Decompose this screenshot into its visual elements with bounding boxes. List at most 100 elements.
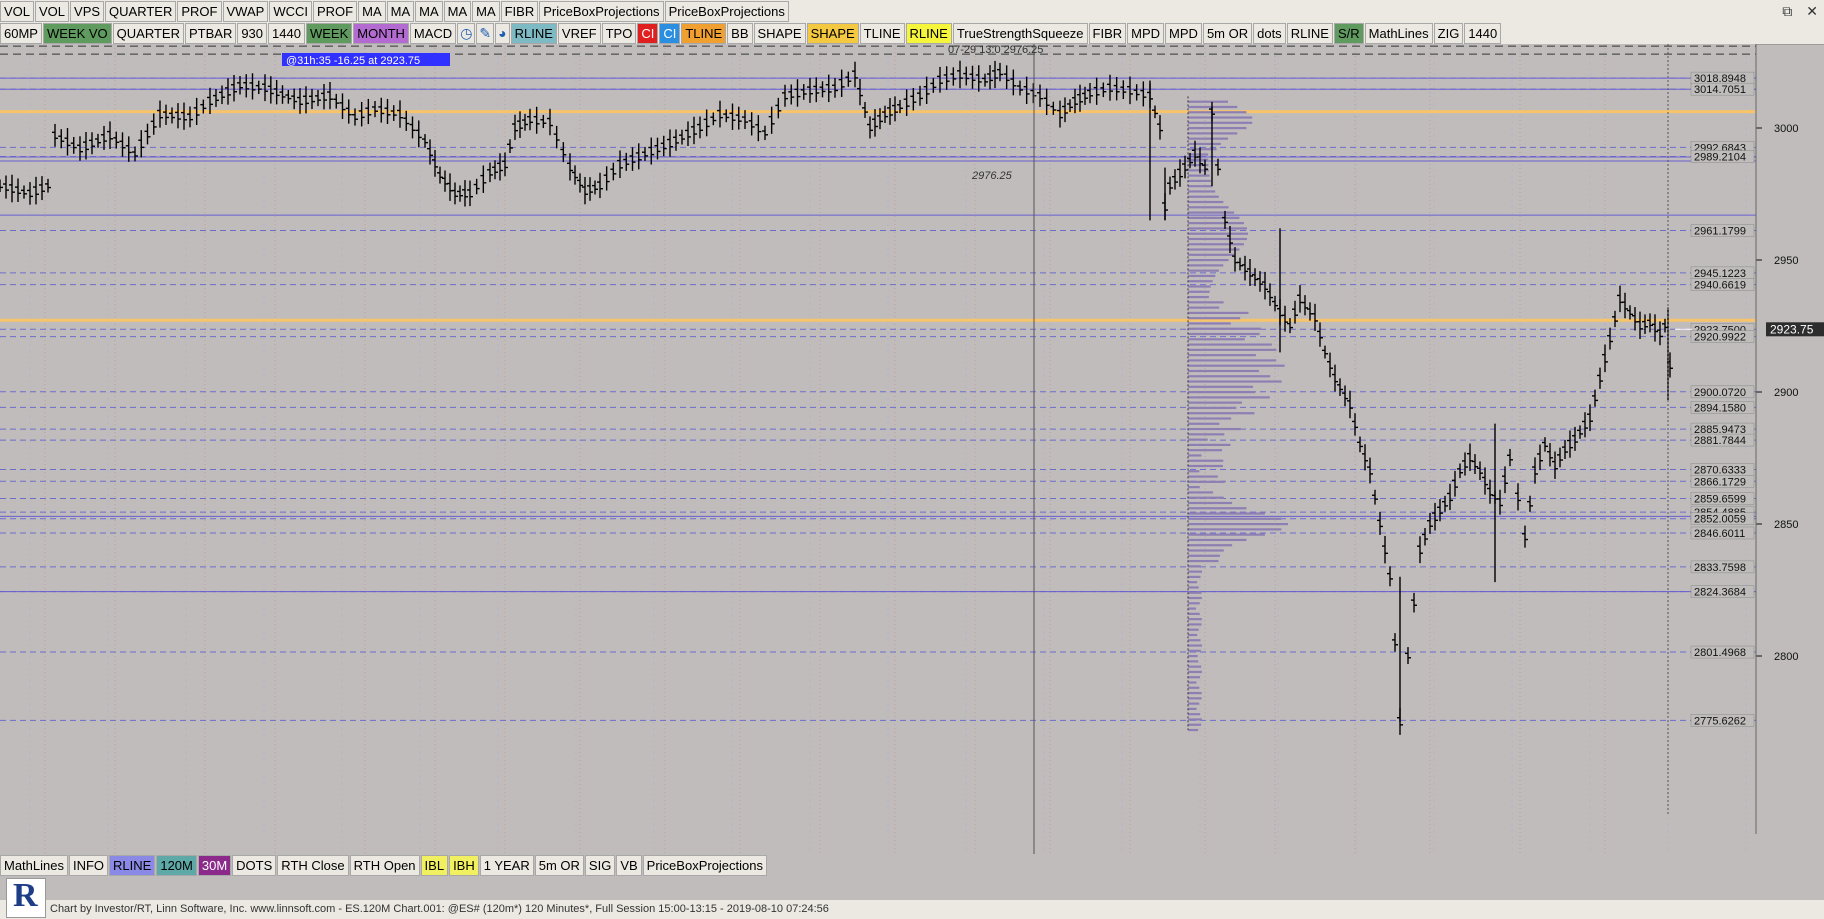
toolbar_top-button-ma[interactable]: MA — [358, 0, 386, 22]
toolbar_second-button-quarter[interactable]: QUARTER — [112, 22, 184, 44]
toolbar_second-button-ci[interactable]: CI — [637, 22, 659, 44]
profile-bar — [1188, 491, 1214, 494]
toolbar_second-button-shape[interactable]: SHAPE — [753, 22, 806, 44]
toolbar_second-button-week-vo[interactable]: WEEK VO — [42, 22, 112, 44]
profile-bar — [1188, 417, 1232, 420]
current-price-tag: 2923.75 — [1766, 322, 1824, 337]
pencil-icon[interactable]: ✎ — [476, 22, 495, 44]
profile-bar — [1188, 354, 1256, 357]
toolbar_bottom-button-rth-close[interactable]: RTH Close — [277, 855, 349, 876]
toolbar_second-button-rline[interactable]: RLINE — [1286, 22, 1333, 44]
toolbar_bottom-button-info[interactable]: INFO — [68, 855, 109, 876]
profile-bar — [1188, 533, 1265, 536]
level-label: 2852.0059 — [1694, 514, 1746, 526]
toolbar_second-button-rline[interactable]: RLINE — [905, 22, 952, 44]
profile-bar — [1188, 623, 1202, 626]
level-label: 2870.6333 — [1694, 465, 1746, 477]
toolbar_bottom-button-sig[interactable]: SIG — [584, 855, 616, 876]
profile-bar — [1188, 338, 1245, 341]
profile-bar — [1188, 570, 1202, 573]
toolbar_second-button-shape[interactable]: SHAPE — [806, 22, 859, 44]
profile-bar — [1188, 412, 1255, 415]
toolbar_top-button-prof[interactable]: PROF — [177, 0, 222, 22]
profile-bar — [1188, 565, 1201, 568]
toolbar_top-button-ma[interactable]: MA — [443, 0, 472, 22]
profile-bar — [1188, 581, 1198, 584]
toolbar_top-button-priceboxprojections[interactable]: PriceBoxProjections — [539, 0, 664, 22]
toolbar_second-button-tline[interactable]: TLINE — [859, 22, 905, 44]
toolbar_bottom-button-rth-open[interactable]: RTH Open — [349, 855, 420, 876]
toolbar_second-button-5m-or[interactable]: 5m OR — [1202, 22, 1253, 44]
toolbar_top-button-ma[interactable]: MA — [415, 0, 443, 22]
current-price-text: 2923.75 — [1770, 322, 1814, 336]
level-label: 2846.6011 — [1694, 528, 1745, 540]
toolbar_top-button-ma[interactable]: MA — [472, 0, 500, 22]
toolbar_second-button-mpd[interactable]: MPD — [1165, 22, 1202, 44]
toolbar_second-button-bb[interactable]: BB — [727, 22, 753, 44]
toolbar_second-button-macd[interactable]: MACD — [409, 22, 457, 44]
toolbar_second-button-ci[interactable]: CI — [659, 22, 681, 44]
profile-bar — [1188, 676, 1201, 679]
toolbar_second-button-s-r[interactable]: S/R — [1333, 22, 1364, 44]
toolbar_top-button-prof[interactable]: PROF — [312, 0, 358, 22]
toolbar_second-button-week[interactable]: WEEK — [305, 22, 353, 44]
profile-bar — [1188, 348, 1277, 351]
toolbar_second-button-month[interactable]: MONTH — [353, 22, 409, 44]
toolbar_top-button-vol[interactable]: VOL — [0, 0, 35, 22]
toolbar_second-button-930[interactable]: 930 — [237, 22, 268, 44]
toolbar_bottom-button-rline[interactable]: RLINE — [109, 855, 156, 876]
date-time-label: 15:00 — [808, 853, 838, 855]
profile-bar — [1188, 475, 1218, 478]
toolbar_bottom-button-5m-or[interactable]: 5m OR — [534, 855, 584, 876]
toolbar_second-button-ptbar[interactable]: PTBAR — [184, 22, 237, 44]
toolbar_top-button-wcci[interactable]: WCCI — [269, 0, 312, 22]
toolbar_top-button-vwap[interactable]: VWAP — [222, 0, 269, 22]
toolbar_top-button-priceboxprojections[interactable]: PriceBoxProjections — [664, 0, 789, 22]
toolbar_second-button-1440[interactable]: 1440 — [268, 22, 305, 44]
price-chart[interactable]: @31h:35 -16.25 at 2923.75 07-29 13:0 2976… — [0, 44, 1824, 855]
toolbar_bottom-button-ibh[interactable]: IBH — [449, 855, 479, 876]
clock-icon[interactable]: ◷ — [457, 22, 476, 44]
toolbar_second-button-tpo[interactable]: TPO — [601, 22, 637, 44]
toolbar_second-button-60mp[interactable]: 60MP — [0, 22, 42, 44]
profile-bar — [1188, 464, 1223, 468]
profile-bar — [1188, 459, 1224, 462]
toolbar_second-button-mathlines[interactable]: MathLines — [1364, 22, 1433, 44]
toolbar_second-button-zig[interactable]: ZIG — [1433, 22, 1464, 44]
toolbar_top-button-ma[interactable]: MA — [386, 0, 415, 22]
toolbar_second-button-tline[interactable]: TLINE — [681, 22, 727, 44]
toolbar_bottom-button-priceboxprojections[interactable]: PriceBoxProjections — [642, 855, 767, 876]
profile-bar — [1188, 237, 1247, 241]
toolbar_second-button-truestrengthsqueeze[interactable]: TrueStrengthSqueeze — [952, 22, 1088, 44]
toolbar_bottom-button-1-year[interactable]: 1 YEAR — [479, 855, 534, 876]
toolbar_top-button-vol[interactable]: VOL — [35, 0, 70, 22]
profile-bar — [1188, 523, 1288, 526]
palette-icon[interactable]: ◕ — [495, 22, 510, 44]
toolbar_top-button-fibr[interactable]: FIBR — [500, 0, 539, 22]
toolbar_bottom-button-120m[interactable]: 120M — [156, 855, 197, 876]
profile-bar — [1188, 359, 1277, 362]
toolbar_second-button-mpd[interactable]: MPD — [1127, 22, 1165, 44]
profile-bar — [1188, 264, 1224, 267]
toolbar_top-button-vps[interactable]: VPS — [70, 0, 105, 22]
toolbar_second-button-rline[interactable]: RLINE — [510, 22, 557, 44]
toolbar_bottom-button-30m[interactable]: 30M — [197, 855, 232, 876]
toolbar_bottom-button-vb[interactable]: VB — [616, 855, 642, 876]
toolbar_second-button-dots[interactable]: dots — [1253, 22, 1286, 44]
restore-window-icon[interactable]: ⧉ — [1782, 3, 1792, 20]
date-time-label: 15:00 — [1528, 853, 1558, 855]
level-label: 2859.6599 — [1694, 493, 1746, 505]
profile-bar — [1188, 602, 1200, 605]
toolbar_top-button-quarter[interactable]: QUARTER — [105, 0, 177, 22]
profile-bar — [1188, 655, 1198, 658]
profile-bar — [1188, 100, 1229, 103]
toolbar_bottom-button-mathlines[interactable]: MathLines — [0, 855, 68, 876]
toolbar_bottom-button-ibl[interactable]: IBL — [420, 855, 449, 876]
toolbar_bottom-button-dots[interactable]: DOTS — [232, 855, 277, 876]
date-time-label: 15:00 — [1456, 853, 1486, 855]
toolbar_second-button-1440[interactable]: 1440 — [1464, 22, 1502, 44]
toolbar_second-button-vref[interactable]: VREF — [557, 22, 601, 44]
profile-bar — [1188, 612, 1200, 615]
close-window-icon[interactable]: ✕ — [1806, 3, 1818, 20]
toolbar_second-button-fibr[interactable]: FIBR — [1088, 22, 1127, 44]
